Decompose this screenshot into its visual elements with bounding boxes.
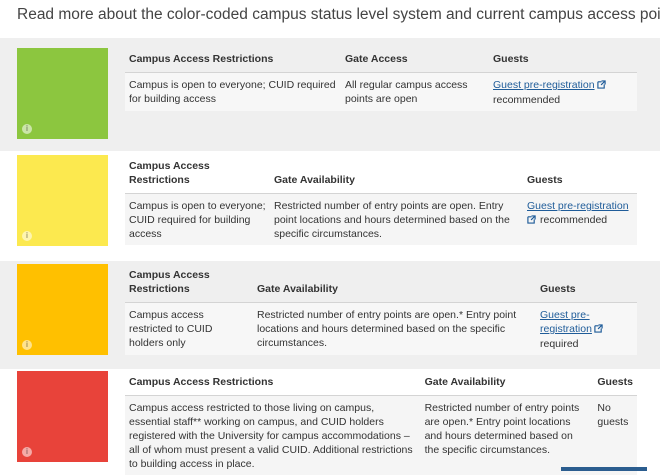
col-header: Guests [523, 155, 637, 194]
status-table: Campus Access Restrictions Gate Availabi… [125, 155, 637, 245]
col-header: Campus Access Restrictions [125, 155, 270, 194]
col-header: Campus Access Restrictions [125, 48, 341, 73]
bottom-button[interactable] [561, 467, 647, 471]
info-icon[interactable]: i [22, 340, 32, 350]
col-header: Campus Access Restrictions [125, 371, 421, 396]
col-header: Gate Availability [253, 264, 536, 303]
table-row: Campus is open to everyone; CUID require… [125, 194, 637, 246]
green-swatch: i [17, 48, 108, 139]
external-link-icon [597, 79, 606, 93]
orange-swatch: i [17, 264, 108, 355]
table-row: Campus is open to everyone; CUID require… [125, 73, 637, 112]
gate-cell: Restricted number of entry points are op… [253, 303, 536, 356]
col-header: Guests [536, 264, 637, 303]
guest-preregistration-link[interactable]: Guest pre-registration [540, 309, 592, 335]
col-header: Gate Availability [421, 371, 594, 396]
table-row: Campus access restricted to those living… [125, 396, 637, 475]
gate-cell: All regular campus access points are ope… [341, 73, 489, 112]
status-table: Campus Access Restrictions Gate Availabi… [125, 264, 637, 355]
guests-cell: No guests [593, 396, 637, 475]
status-table: Campus Access Restrictions Gate Access G… [125, 48, 637, 111]
guest-status: required [540, 338, 579, 350]
status-table: Campus Access Restrictions Gate Availabi… [125, 371, 637, 475]
restrictions-cell: Campus access restricted to those living… [125, 396, 421, 475]
info-icon[interactable]: i [22, 447, 32, 457]
restrictions-cell: Campus access restricted to CUID holders… [125, 303, 253, 356]
table-row: Campus access restricted to CUID holders… [125, 303, 637, 356]
col-header: Gate Access [341, 48, 489, 73]
gate-cell: Restricted number of entry points are op… [421, 396, 594, 475]
status-level-green: i Campus Access Restrictions Gate Access… [0, 38, 660, 151]
guests-cell: Guest pre-registration recommended [523, 194, 637, 246]
external-link-icon [594, 323, 603, 337]
restrictions-cell: Campus is open to everyone; CUID require… [125, 73, 341, 112]
col-header: Guests [593, 371, 637, 396]
external-link-icon [527, 214, 536, 228]
col-header: Gate Availability [270, 155, 523, 194]
status-level-red: i Campus Access Restrictions Gate Availa… [0, 369, 660, 471]
col-header: Campus Access Restrictions [125, 264, 253, 303]
guest-preregistration-link[interactable]: Guest pre-registration [527, 200, 629, 212]
intro-text: Read more about the color-coded campus s… [17, 6, 660, 24]
yellow-swatch: i [17, 155, 108, 246]
guest-status: recommended [493, 94, 560, 106]
guests-cell: Guest pre-registration recommended [489, 73, 637, 112]
col-header: Guests [489, 48, 637, 73]
info-icon[interactable]: i [22, 231, 32, 241]
status-level-yellow: i Campus Access Restrictions Gate Availa… [0, 151, 660, 261]
restrictions-cell: Campus is open to everyone; CUID require… [125, 194, 270, 246]
gate-cell: Restricted number of entry points are op… [270, 194, 523, 246]
guest-preregistration-link[interactable]: Guest pre-registration [493, 79, 595, 91]
status-level-orange: i Campus Access Restrictions Gate Availa… [0, 261, 660, 369]
red-swatch: i [17, 371, 108, 462]
guest-status: recommended [540, 214, 607, 226]
info-icon[interactable]: i [22, 124, 32, 134]
guests-cell: Guest pre-registration required [536, 303, 637, 356]
